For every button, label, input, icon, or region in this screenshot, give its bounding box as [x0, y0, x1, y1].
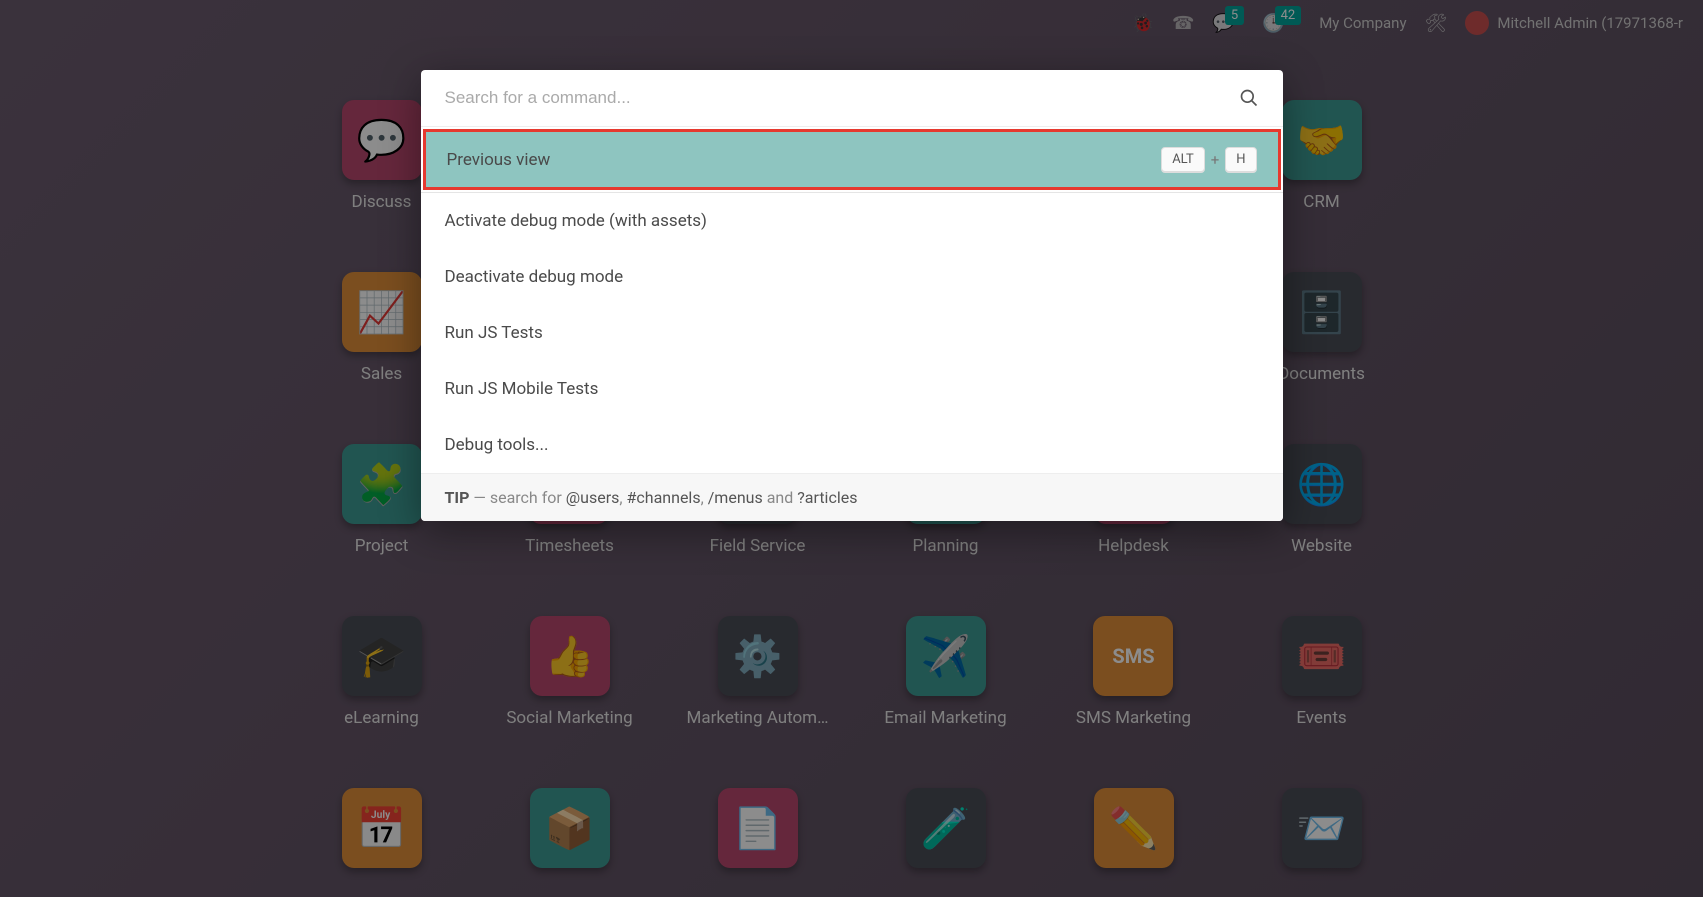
plus-icon: + — [1211, 151, 1220, 169]
palette-item[interactable]: Debug tools... — [421, 417, 1283, 473]
palette-item-label: Previous view — [447, 150, 551, 170]
palette-item[interactable]: Deactivate debug mode — [421, 249, 1283, 305]
palette-item[interactable]: Run JS Tests — [421, 305, 1283, 361]
tip-label: TIP — [445, 488, 470, 507]
search-input[interactable] — [445, 88, 1239, 108]
palette-item-label: Activate debug mode (with assets) — [445, 211, 707, 231]
palette-tip: TIP — search for @users, #channels, /men… — [421, 473, 1283, 521]
palette-item[interactable]: Run JS Mobile Tests — [421, 361, 1283, 417]
palette-item-label: Deactivate debug mode — [445, 267, 624, 287]
palette-item-label: Run JS Tests — [445, 323, 543, 343]
palette-item[interactable]: Previous view ALT + H — [423, 129, 1281, 190]
palette-item-label: Debug tools... — [445, 435, 549, 455]
palette-search-row — [421, 70, 1283, 127]
keyboard-shortcut: ALT + H — [1161, 147, 1256, 172]
command-palette: Previous view ALT + H Activate debug mode (w… — [421, 70, 1283, 521]
search-icon — [1239, 88, 1259, 108]
key: ALT — [1161, 147, 1205, 172]
key: H — [1225, 147, 1256, 172]
palette-item-label: Run JS Mobile Tests — [445, 379, 599, 399]
palette-item[interactable]: Activate debug mode (with assets) — [421, 193, 1283, 249]
